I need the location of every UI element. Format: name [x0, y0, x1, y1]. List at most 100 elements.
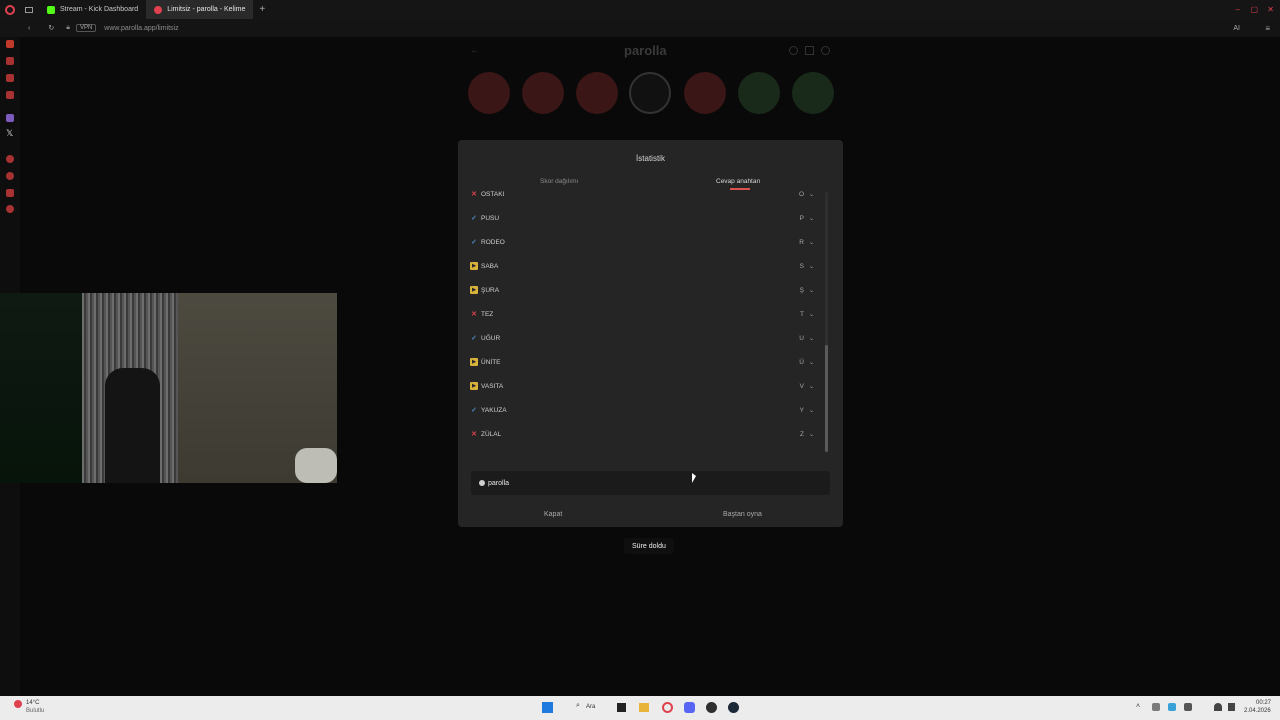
tray-chevron-icon[interactable]: ˄: [1136, 703, 1140, 710]
wifi-icon[interactable]: [1214, 703, 1222, 711]
scrollbar-thumb[interactable]: [825, 345, 828, 452]
answer-letter: Ü: [799, 358, 804, 366]
kick-icon: [47, 5, 55, 14]
messenger-icon[interactable]: [6, 40, 14, 48]
answer-row[interactable]: ▶ ÜNİTE Ü ⌄: [470, 353, 818, 371]
twitch-icon[interactable]: [6, 114, 14, 122]
start-icon[interactable]: [542, 702, 553, 713]
search-icon[interactable]: ⌕: [576, 702, 580, 710]
close-window-icon[interactable]: ✕: [1267, 5, 1274, 14]
wrong-icon: ✕: [471, 191, 477, 198]
maximize-icon[interactable]: ▢: [1250, 5, 1258, 14]
vpn-badge[interactable]: VPN: [75, 24, 97, 32]
answer-row[interactable]: ▶ VASITA V ⌄: [470, 377, 818, 395]
answer-word: OSTAKI: [481, 190, 505, 198]
tray-icon[interactable]: [1152, 703, 1160, 711]
sidebar-app-icon[interactable]: [6, 57, 14, 65]
letter-circle: [522, 72, 564, 114]
info-icon[interactable]: [789, 46, 798, 55]
chevron-down-icon[interactable]: ⌄: [809, 287, 814, 294]
steam-icon[interactable]: [728, 702, 739, 713]
answer-word: VASITA: [481, 382, 504, 390]
chevron-down-icon[interactable]: ⌄: [809, 263, 814, 270]
webcam-window-area: [0, 293, 82, 483]
weather-icon[interactable]: [14, 700, 22, 708]
answer-row[interactable]: ▶ ŞURA Ş ⌄: [470, 281, 818, 299]
tab-parolla[interactable]: Limitsiz - parolla - Kelime: [146, 0, 254, 19]
browser-tab-bar: Stream - Kick Dashboard Limitsiz - parol…: [0, 0, 1280, 19]
answer-row[interactable]: ▶ SABA S ⌄: [470, 257, 818, 275]
answer-word: SABA: [481, 262, 499, 270]
discord-icon[interactable]: [684, 702, 695, 713]
lock-icon: 🔒︎: [66, 24, 70, 31]
x-icon[interactable]: 𝕏: [6, 128, 13, 139]
volume-icon[interactable]: [1228, 703, 1235, 711]
tray-icon[interactable]: [1168, 703, 1176, 711]
answer-word: UĞUR: [481, 334, 501, 342]
chevron-down-icon[interactable]: ⌄: [809, 359, 814, 366]
clock-time[interactable]: 00:27: [1256, 700, 1271, 706]
tray-icon[interactable]: [1184, 703, 1192, 711]
sidebar-app-icon[interactable]: [6, 155, 14, 163]
task-view-icon[interactable]: [617, 703, 626, 712]
answer-letter: R: [799, 238, 804, 246]
tab-score-distribution[interactable]: Skor dağılımı: [540, 178, 578, 185]
answer-row[interactable]: ✓ UĞUR U ⌄: [470, 329, 818, 347]
chevron-down-icon[interactable]: ⌄: [809, 311, 814, 318]
settings-gear-icon[interactable]: [821, 46, 830, 55]
reload-icon[interactable]: ↻: [48, 24, 54, 32]
address-bar: ‹ ↻ 🔒︎ VPN www.parolla.app/limitsiz AI ≡: [0, 19, 1280, 37]
answer-letter: O: [798, 190, 804, 198]
weather-desc: Bulutlu: [26, 708, 45, 714]
share-label: parolla: [488, 479, 510, 487]
tab-answer-key[interactable]: Cevap anahtarı: [716, 178, 760, 185]
chevron-down-icon[interactable]: ⌄: [809, 383, 814, 390]
clock-date[interactable]: 2.04.2026: [1244, 708, 1271, 714]
minimize-icon[interactable]: –: [1236, 5, 1240, 14]
back-arrow-icon[interactable]: ←: [470, 45, 480, 56]
answer-row[interactable]: ✕ ZÜLAL Z ⌄: [470, 425, 818, 443]
sidebar-app-icon[interactable]: [6, 74, 14, 82]
sidebar-app-icon[interactable]: [6, 189, 14, 197]
stats-icon[interactable]: [805, 46, 814, 55]
close-button[interactable]: Kapat: [544, 511, 562, 518]
file-explorer-icon[interactable]: [639, 703, 649, 712]
chevron-down-icon[interactable]: ⌄: [809, 335, 814, 342]
chevron-down-icon[interactable]: ⌄: [809, 407, 814, 414]
chevron-down-icon[interactable]: ⌄: [809, 239, 814, 246]
restart-button[interactable]: Baştan oyna: [723, 511, 762, 518]
answer-row[interactable]: ✓ RODEO R ⌄: [470, 233, 818, 251]
opera-logo-icon[interactable]: [5, 4, 15, 15]
back-icon[interactable]: ‹: [28, 25, 30, 32]
answer-word: TEZ: [481, 310, 494, 318]
url-field[interactable]: www.parolla.app/limitsiz: [104, 25, 178, 32]
statistics-modal: İstatistik Skor dağılımı Cevap anahtarı …: [458, 140, 843, 527]
answer-row[interactable]: ✓ PUSU P ⌄: [470, 209, 818, 227]
tab-kick-dashboard[interactable]: Stream - Kick Dashboard: [39, 0, 146, 19]
sidebar-app-icon[interactable]: [6, 91, 14, 99]
opera-taskbar-icon[interactable]: [662, 702, 673, 713]
answer-row[interactable]: ✓ YAKUZA Y ⌄: [470, 401, 818, 419]
answer-letter: T: [800, 310, 804, 318]
settings-icon[interactable]: [6, 205, 14, 213]
game-title: parolla: [624, 43, 667, 58]
answer-row[interactable]: ✕ TEZ T ⌄: [470, 305, 818, 323]
menu-icon[interactable]: ≡: [1265, 24, 1270, 33]
parolla-logo-icon: [479, 480, 485, 486]
share-box[interactable]: parolla: [471, 471, 830, 495]
chevron-down-icon[interactable]: ⌄: [809, 191, 814, 198]
chevron-down-icon[interactable]: ⌄: [809, 431, 814, 438]
history-icon[interactable]: [6, 172, 14, 180]
new-tab-icon[interactable]: +: [259, 4, 265, 15]
search-label[interactable]: Ara: [586, 704, 595, 710]
webcam-pillow: [295, 448, 337, 483]
check-icon: ✓: [471, 407, 477, 414]
pass-icon: ▶: [470, 358, 478, 366]
workspaces-icon[interactable]: [25, 6, 33, 13]
extensions-icon[interactable]: AI: [1233, 25, 1240, 32]
mouse-cursor-icon: [692, 473, 696, 483]
answer-row[interactable]: ✕ OSTAKI O ⌄: [470, 185, 818, 203]
wrong-icon: ✕: [471, 311, 477, 318]
app-icon[interactable]: [706, 702, 717, 713]
chevron-down-icon[interactable]: ⌄: [809, 215, 814, 222]
